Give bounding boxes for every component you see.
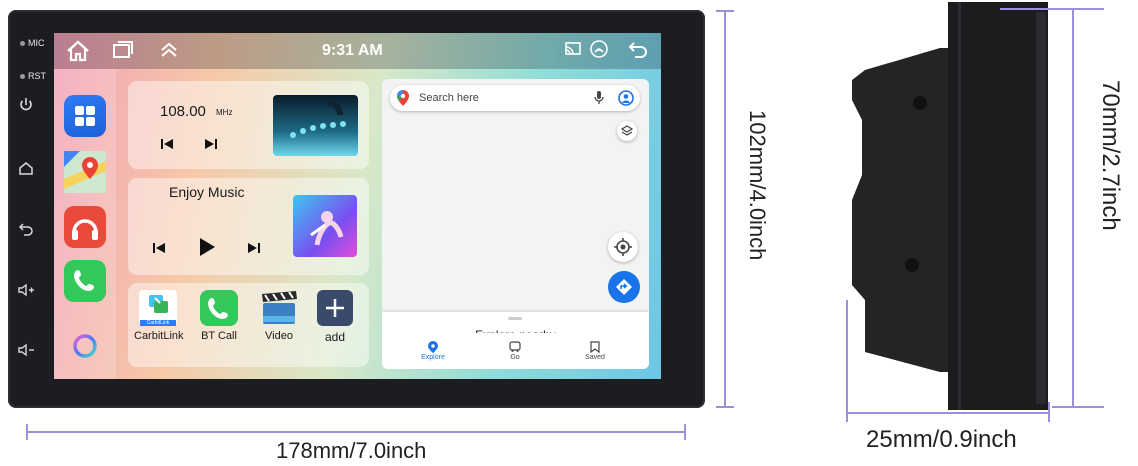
radio-frequency: 108.00: [160, 103, 206, 120]
microphone-icon[interactable]: [594, 91, 604, 110]
volume-up-icon[interactable]: [17, 282, 35, 302]
map-search-input[interactable]: Search here: [419, 92, 479, 104]
width-dimension-label: 178mm/7.0inch: [276, 438, 427, 463]
sheet-handle[interactable]: [508, 317, 522, 320]
back-icon[interactable]: [627, 40, 649, 65]
next-station-icon[interactable]: [204, 137, 218, 156]
phone-app-icon[interactable]: [64, 260, 106, 302]
recent-apps-icon[interactable]: [112, 40, 134, 65]
layers-icon[interactable]: [617, 121, 637, 141]
bt-call-app-icon[interactable]: [200, 290, 238, 326]
add-shortcut-label: add: [324, 330, 346, 344]
video-label: Video: [265, 330, 293, 342]
tab-explore[interactable]: Explore: [410, 354, 456, 361]
back-icon[interactable]: [18, 221, 34, 241]
music-title: Enjoy Music: [169, 184, 245, 200]
chevron-up-icon[interactable]: [158, 40, 180, 65]
radio-unit: MHz: [216, 108, 233, 117]
voice-assistant-icon[interactable]: [72, 333, 98, 359]
volume-down-icon[interactable]: [17, 342, 35, 362]
depth-dimension-label: 25mm/0.9inch: [866, 426, 1017, 453]
map-pin-icon: [397, 90, 409, 111]
home-icon[interactable]: [66, 40, 90, 67]
previous-station-icon[interactable]: [160, 137, 174, 156]
next-track-icon[interactable]: [247, 241, 261, 260]
radio-artwork: [273, 95, 358, 156]
mic-hole: [20, 41, 25, 46]
app-launcher-icon[interactable]: [64, 95, 106, 137]
home-icon[interactable]: [18, 160, 34, 180]
account-icon[interactable]: [618, 90, 634, 111]
my-location-icon[interactable]: [608, 232, 638, 262]
height-dimension-line: [724, 10, 726, 408]
depth-dimension-line: [846, 412, 1050, 414]
reset-label: RST: [28, 71, 46, 81]
music-app-icon[interactable]: [64, 206, 106, 248]
video-app-icon[interactable]: [259, 290, 299, 326]
reset-hole[interactable]: [20, 74, 25, 79]
status-clock: 9:31 AM: [322, 42, 383, 59]
screen-cast-icon[interactable]: [564, 40, 582, 63]
bt-call-label: BT Call: [201, 330, 237, 342]
map-panel[interactable]: Search here Explore nearby: [382, 79, 649, 369]
album-artwork: [293, 195, 357, 257]
power-icon[interactable]: [18, 97, 34, 117]
add-shortcut-button[interactable]: [317, 290, 353, 326]
mic-label: MIC: [28, 38, 45, 48]
side-view-region: [840, 0, 1070, 420]
directions-icon[interactable]: [608, 271, 640, 303]
side-height-dimension-label: 70mm/2.7inch: [1097, 80, 1124, 231]
previous-track-icon[interactable]: [152, 241, 166, 260]
display-screen: 9:31 AM 108.00 MHz Enjoy Music CarbitLin…: [54, 33, 661, 379]
carbitlink-label: CarbitLink: [134, 330, 184, 342]
tab-saved[interactable]: Saved: [572, 354, 618, 361]
maps-app-icon[interactable]: [64, 151, 106, 193]
tab-go[interactable]: Go: [492, 354, 538, 361]
play-icon[interactable]: [198, 237, 216, 262]
width-dimension-line: [26, 431, 686, 433]
side-height-dimension-line: [1072, 10, 1074, 408]
wireless-link-icon[interactable]: [589, 40, 609, 63]
height-dimension-label: 102mm/4.0inch: [745, 110, 770, 261]
carbitlink-badge: CarbitLink: [140, 320, 176, 326]
